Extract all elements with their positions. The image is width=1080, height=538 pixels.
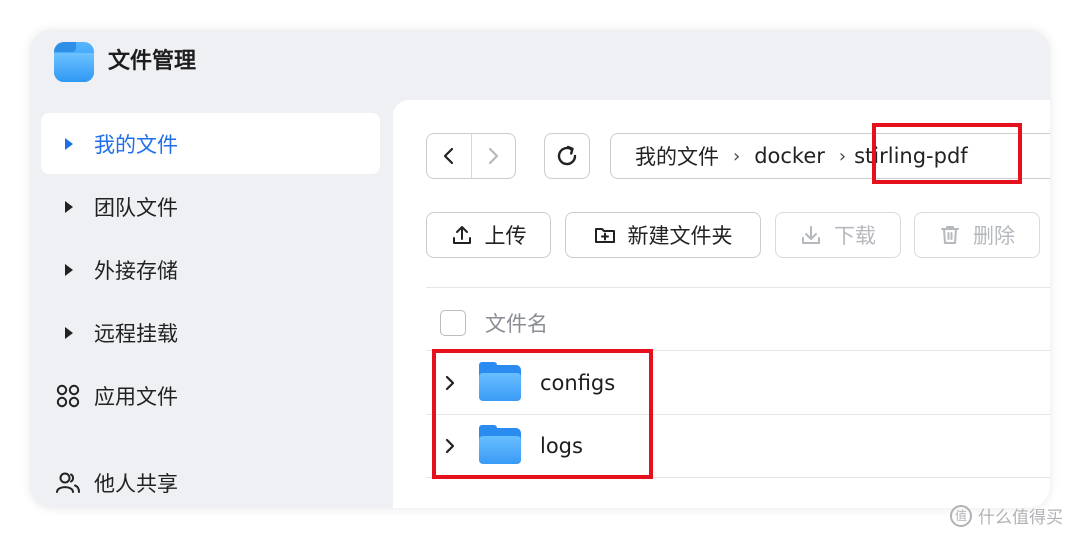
delete-label: 删除 [973, 224, 1015, 248]
sidebar-item-external-storage[interactable]: 外接存储 [41, 239, 380, 300]
upload-icon [452, 226, 471, 244]
upload-label: 上传 [484, 224, 527, 248]
upload-button[interactable]: 上传 [426, 212, 551, 258]
sidebar-item-label: 远程挂载 [94, 321, 178, 346]
forward-button[interactable] [470, 134, 516, 178]
select-all-checkbox[interactable] [440, 310, 466, 336]
folder-icon [479, 362, 521, 401]
file-name[interactable]: logs [540, 434, 583, 458]
trash-icon [941, 226, 959, 244]
sidebar-item-label: 团队文件 [94, 195, 178, 220]
file-manager-app-icon [54, 42, 94, 82]
table-row[interactable]: logs [426, 415, 1050, 477]
breadcrumb-item-my-files[interactable]: 我的文件 [635, 141, 719, 171]
file-manager-window: 文件管理 我的文件 团队文件 外接存储 远程挂载 应用文件 他人共享 我的文件 … [30, 30, 1050, 508]
divider [426, 477, 1050, 478]
sidebar-item-shared-with-me[interactable]: 他人共享 [41, 452, 380, 508]
new-folder-icon [594, 228, 615, 243]
back-button[interactable] [427, 134, 471, 178]
column-header-filename[interactable]: 文件名 [485, 308, 548, 338]
breadcrumb-separator: › [838, 145, 847, 167]
breadcrumb-separator: › [733, 145, 741, 167]
sidebar-item-label: 应用文件 [94, 384, 178, 409]
file-list-header: 文件名 [426, 305, 548, 341]
caret-right-icon [65, 137, 73, 150]
table-row[interactable]: configs [426, 352, 1050, 414]
sidebar-item-label: 他人共享 [94, 471, 178, 496]
folder-icon [479, 425, 521, 464]
watermark-text: 什么值得买 [978, 508, 1063, 528]
sidebar-item-remote-mount[interactable]: 远程挂载 [41, 302, 380, 363]
watermark-logo-icon: 值 [950, 504, 972, 527]
divider [426, 287, 1050, 288]
new-folder-button[interactable]: 新建文件夹 [565, 212, 761, 258]
divider [426, 350, 1050, 351]
caret-right-icon [65, 326, 73, 339]
refresh-icon [557, 145, 577, 166]
file-browser-panel: 我的文件 › docker › stirling-pdf 上传 新建文件夹 下载… [393, 100, 1050, 508]
refresh-button[interactable] [544, 133, 590, 179]
caret-right-icon [65, 200, 73, 213]
download-icon [802, 226, 820, 244]
download-button[interactable]: 下载 [775, 212, 901, 258]
download-label: 下载 [834, 224, 876, 248]
file-name[interactable]: configs [540, 371, 615, 395]
breadcrumb-item-docker[interactable]: docker [754, 144, 825, 168]
delete-button[interactable]: 删除 [914, 212, 1040, 258]
sidebar-item-label: 我的文件 [94, 132, 178, 157]
app-title: 文件管理 [108, 49, 197, 74]
chevron-left-icon [443, 147, 453, 165]
sidebar-item-team-files[interactable]: 团队文件 [41, 176, 380, 237]
breadcrumb-item-stirling-pdf[interactable]: stirling-pdf [854, 144, 968, 168]
chevron-right-icon [489, 147, 499, 165]
sidebar-item-my-files[interactable]: 我的文件 [41, 113, 380, 174]
sidebar-item-label: 外接存储 [94, 258, 178, 283]
watermark: 值 什么值得买 [950, 503, 1063, 528]
history-nav-group [426, 133, 516, 179]
users-icon [55, 470, 81, 496]
breadcrumb: 我的文件 › docker › stirling-pdf [610, 133, 1050, 179]
new-folder-label: 新建文件夹 [627, 224, 733, 248]
chevron-right-icon[interactable] [444, 437, 474, 455]
sidebar-item-app-files[interactable]: 应用文件 [41, 365, 380, 426]
chevron-right-icon[interactable] [444, 374, 474, 392]
caret-right-icon [65, 263, 73, 276]
app-grid-icon [55, 383, 81, 409]
